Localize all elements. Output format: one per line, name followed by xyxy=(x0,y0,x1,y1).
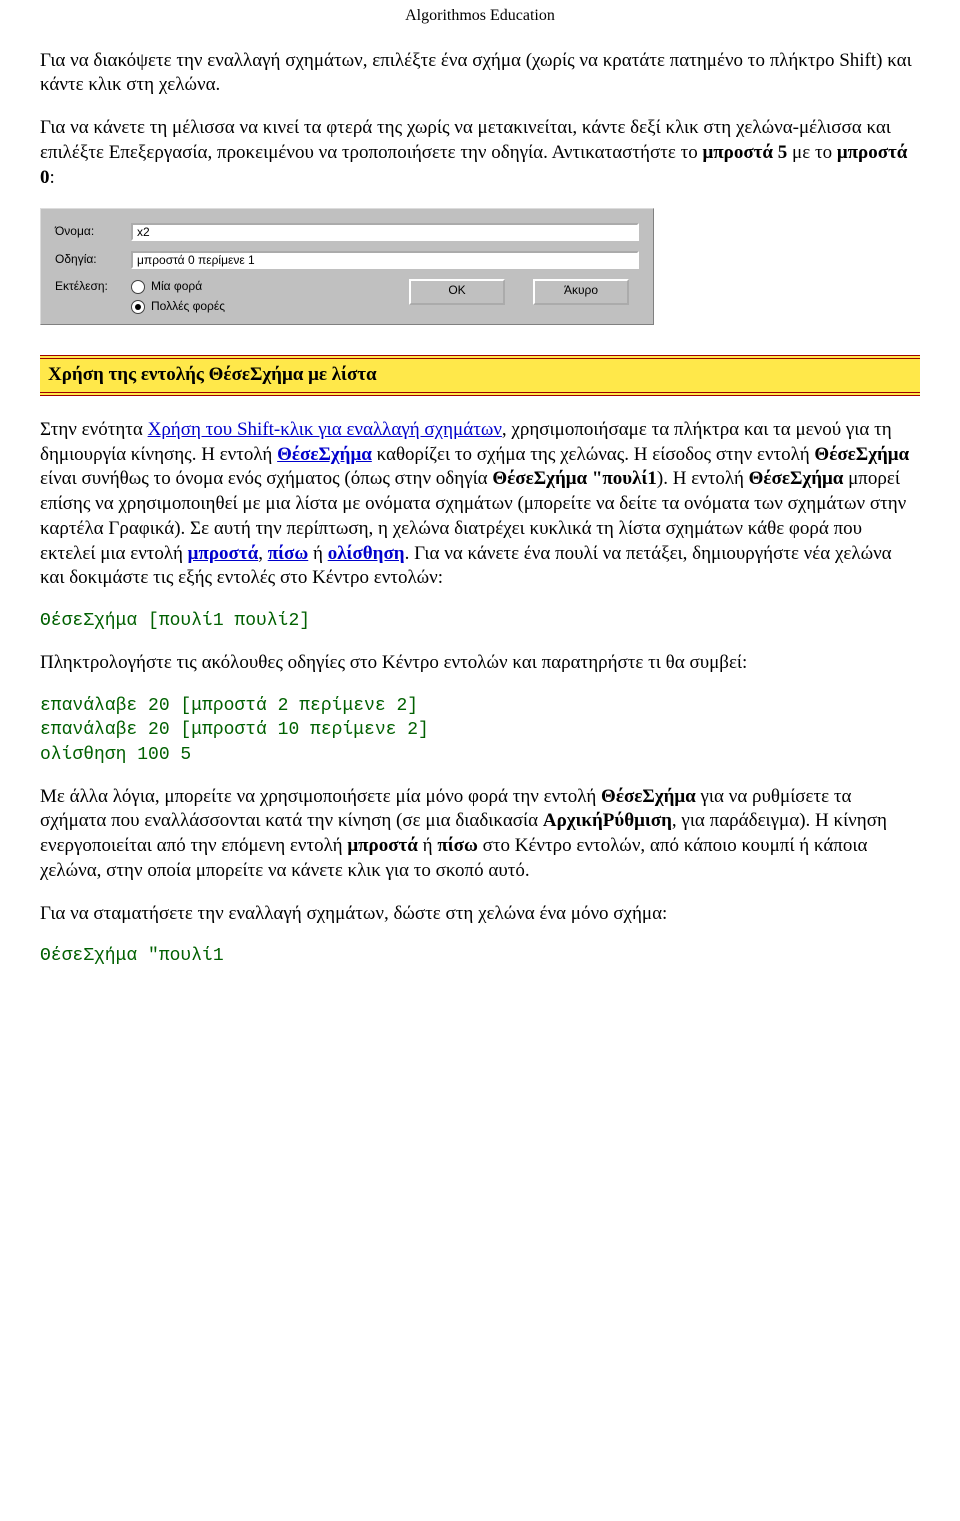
bold-text: πίσω xyxy=(437,835,478,856)
bold-text: ΘέσεΣχήμα xyxy=(601,786,696,807)
link-slide[interactable]: ολίσθηση xyxy=(328,543,405,564)
bold-text: ΘέσεΣχήμα xyxy=(814,444,909,465)
bold-text: μπροστά 5 xyxy=(702,142,787,163)
code-block-2: επανάλαβε 20 [μπροστά 2 περίμενε 2] επαν… xyxy=(40,694,920,767)
text: καθορίζει το σχήμα της χελώνας. Η είσοδο… xyxy=(372,444,815,465)
link-shift-click[interactable]: Χρήση του Shift-κλικ για εναλλαγή σχημάτ… xyxy=(148,419,502,440)
text: ή xyxy=(418,835,437,856)
dialog-box: Όνομα: Οδηγία: Εκτέλεση: Μία φορά Πολλές… xyxy=(40,208,654,325)
radio-many-label: Πολλές φορές xyxy=(151,299,225,315)
text: είναι συνήθως το όνομα ενός σχήματος (όπ… xyxy=(40,468,492,489)
radio-once-label: Μία φορά xyxy=(151,279,202,295)
bold-text: ΘέσεΣχήμα xyxy=(749,468,844,489)
name-field[interactable] xyxy=(131,223,639,241)
text: ή xyxy=(308,543,327,564)
radio-once[interactable]: Μία φορά xyxy=(131,279,225,295)
cancel-button[interactable]: Άκυρο xyxy=(533,279,629,305)
text: : xyxy=(50,167,55,188)
bold-text: ΘέσεΣχήμα "πουλί1 xyxy=(492,468,657,489)
paragraph-intro-2: Για να κάνετε τη μέλισσα να κινεί τα φτε… xyxy=(40,116,920,190)
paragraph-5: Με άλλα λόγια, μπορείτε να χρησιμοποιήσε… xyxy=(40,785,920,884)
text: ). Η εντολή xyxy=(657,468,749,489)
execution-label: Εκτέλεση: xyxy=(55,279,131,295)
name-label: Όνομα: xyxy=(55,224,131,240)
bold-text: ΑρχικήΡύθμιση xyxy=(543,810,672,831)
radio-many[interactable]: Πολλές φορές xyxy=(131,299,225,315)
text: Με άλλα λόγια, μπορείτε να χρησιμοποιήσε… xyxy=(40,786,601,807)
link-forward[interactable]: μπροστά xyxy=(188,543,259,564)
link-theseschima[interactable]: ΘέσεΣχήμα xyxy=(277,444,372,465)
section-header: Χρήση της εντολής ΘέσεΣχήμα με λίστα xyxy=(40,355,920,396)
link-back[interactable]: πίσω xyxy=(268,543,309,564)
bold-text: μπροστά xyxy=(347,835,418,856)
instruction-label: Οδηγία: xyxy=(55,252,131,268)
paragraph-intro-1: Για να διακόψετε την εναλλαγή σχημάτων, … xyxy=(40,49,920,98)
text: με το xyxy=(787,142,837,163)
text: Στην ενότητα xyxy=(40,419,148,440)
paragraph-4: Πληκτρολογήστε τις ακόλουθες οδηγίες στο… xyxy=(40,651,920,676)
radio-icon xyxy=(131,280,145,294)
paragraph-body: Στην ενότητα Χρήση του Shift-κλικ για εν… xyxy=(40,418,920,591)
radio-icon xyxy=(131,300,145,314)
page-header: Algorithmos Education xyxy=(40,0,920,49)
text: , xyxy=(258,543,268,564)
ok-button[interactable]: OK xyxy=(409,279,505,305)
instruction-field[interactable] xyxy=(131,251,639,269)
code-block-3: ΘέσεΣχήμα "πουλί1 xyxy=(40,944,920,968)
code-block-1: ΘέσεΣχήμα [πουλί1 πουλί2] xyxy=(40,609,920,633)
paragraph-6: Για να σταματήσετε την εναλλαγή σχημάτων… xyxy=(40,902,920,927)
